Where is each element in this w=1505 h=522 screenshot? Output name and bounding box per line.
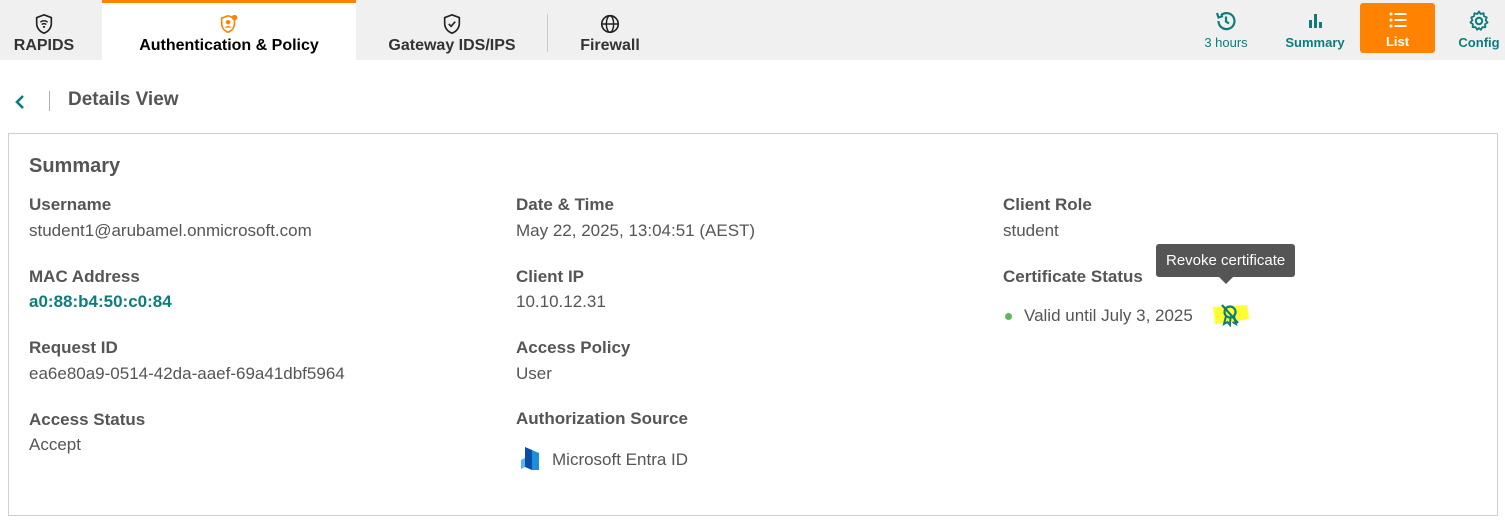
list-label: List [1385,33,1410,49]
client-role-label: Client Role [1003,195,1092,214]
microsoft-entra-icon [521,447,539,470]
list-icon [1389,12,1406,27]
header-divider [49,91,50,111]
gear-icon [1469,10,1489,31]
revoke-certificate-tooltip: Revoke certificate [1156,244,1296,284]
access-status-label: Access Status [29,410,146,429]
tab-rapids[interactable]: RAPIDS [0,0,88,60]
certificate-status-label: Certificate Status [1003,267,1143,286]
status-dot [1005,313,1012,320]
tab-label: Gateway IDS/IPS [388,37,516,54]
authorization-source-value: Microsoft Entra ID [552,450,689,469]
authorization-source-label: Authorization Source [516,409,688,428]
mac-address-label: MAC Address [29,267,140,286]
wifi-shield-icon [35,13,53,35]
access-policy-label: Access Policy [516,338,631,357]
access-policy-value: User [516,364,552,383]
access-status-value: Accept [29,435,81,454]
date-time-value: May 22, 2025, 13:04:51 (AEST) [516,221,756,240]
page-title: Details View [68,89,179,110]
summary-label: Summary [1285,34,1345,50]
tab-label: RAPIDS [13,37,75,54]
username-value: student1@arubamel.onmicrosoft.com [29,221,312,240]
date-time-label: Date & Time [516,195,614,214]
tab-label: Firewall [580,37,640,54]
user-shield-icon [220,14,238,34]
certificate-status-value: Valid until July 3, 2025 [1024,306,1193,325]
tab-gateway-ids-ips[interactable]: Gateway IDS/IPS [372,0,532,60]
request-id-value: ea6e80a9-0514-42da-aaef-69a41dbf5964 [29,364,345,383]
globe-icon [600,14,620,34]
summary-button[interactable]: Summary [1280,6,1350,52]
summary-heading: Summary [29,155,121,177]
tab-label: Authentication & Policy [139,37,319,54]
tab-divider [547,14,548,52]
config-label: Config [1458,34,1500,50]
time-range-button[interactable]: 3 hours [1196,6,1256,52]
username-label: Username [29,195,112,214]
client-role-value: student [1003,221,1059,240]
summary-card: Summary Username student1@arubamel.onmic… [8,133,1498,516]
revoke-certificate-icon[interactable] [1211,303,1249,327]
time-range-label: 3 hours [1204,34,1248,50]
request-id-label: Request ID [29,338,118,357]
mac-address-link[interactable]: a0:88:b4:50:c0:84 [29,292,172,312]
client-ip-value: 10.10.12.31 [516,292,606,311]
tab-authentication-policy[interactable]: Authentication & Policy [102,0,356,60]
list-button[interactable]: List [1360,3,1435,53]
back-chevron-icon[interactable] [12,92,30,112]
client-ip-label: Client IP [516,267,585,286]
history-icon [1215,11,1236,30]
check-shield-icon [443,13,461,35]
tab-firewall[interactable]: Firewall [566,0,654,60]
config-button[interactable]: Config [1455,6,1503,52]
bar-chart-icon [1309,13,1322,28]
top-nav-bar: RAPIDS Authentication & Policy Gateway I… [0,0,1505,60]
